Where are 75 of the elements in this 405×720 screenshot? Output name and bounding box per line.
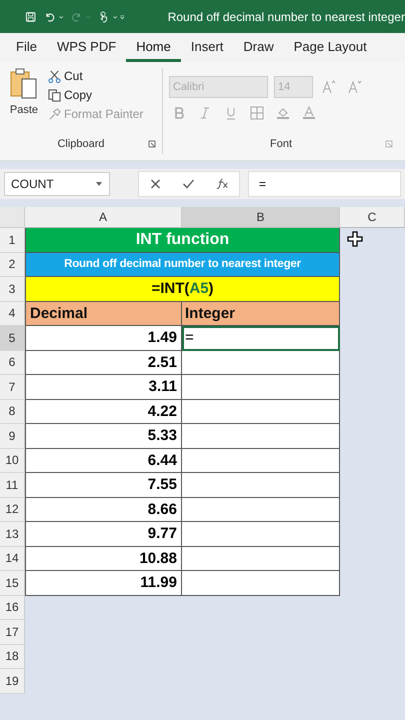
row-header[interactable]: 16 bbox=[0, 596, 25, 620]
clipboard-icon bbox=[9, 68, 39, 100]
ribbon-tab[interactable]: File bbox=[0, 33, 47, 62]
group-label: Font bbox=[270, 138, 292, 150]
window-title: Round off decimal number to nearest integer bbox=[168, 10, 405, 24]
table-cell[interactable] bbox=[182, 498, 340, 522]
table-cell[interactable] bbox=[182, 400, 340, 424]
table-cell: 11.99 bbox=[25, 571, 182, 596]
row-header[interactable]: 7 bbox=[0, 375, 25, 400]
ribbon-tab[interactable]: Draw bbox=[233, 33, 284, 62]
table-cell[interactable] bbox=[182, 473, 340, 498]
row-header[interactable]: 2 bbox=[0, 252, 25, 277]
cancel-icon[interactable] bbox=[149, 178, 162, 190]
font-color-icon[interactable] bbox=[302, 106, 316, 120]
table-cell: 2.51 bbox=[25, 350, 182, 375]
row-header[interactable]: 5 bbox=[0, 326, 25, 350]
paintbrush-icon bbox=[48, 108, 61, 120]
scissors-icon bbox=[48, 70, 61, 82]
row-header[interactable]: 19 bbox=[0, 669, 25, 694]
table-cell: 7.55 bbox=[25, 473, 182, 498]
table-cell: 9.77 bbox=[25, 522, 182, 546]
table-cell: 4.22 bbox=[25, 400, 182, 424]
table-cell: 6.44 bbox=[25, 448, 182, 473]
column-header[interactable]: B bbox=[182, 207, 340, 228]
paste-button[interactable]: Paste bbox=[6, 68, 46, 134]
table-cell: 1.49 bbox=[25, 326, 182, 350]
name-box[interactable]: COUNT bbox=[4, 172, 110, 196]
clipboard-command[interactable]: Cut bbox=[46, 68, 146, 84]
row-header[interactable]: 13 bbox=[0, 522, 25, 546]
row-header[interactable]: 17 bbox=[0, 620, 25, 644]
group-label: Clipboard bbox=[57, 138, 105, 150]
row-header[interactable]: 11 bbox=[0, 473, 25, 498]
table-cell[interactable] bbox=[182, 546, 340, 571]
column-header[interactable]: A bbox=[25, 207, 182, 228]
row-header[interactable]: 4 bbox=[0, 302, 25, 326]
row-header[interactable]: 18 bbox=[0, 644, 25, 669]
table-cell[interactable] bbox=[182, 375, 340, 400]
row-header[interactable]: 9 bbox=[0, 424, 25, 448]
table-cell[interactable]: = bbox=[182, 326, 340, 350]
table-cell: 8.66 bbox=[25, 498, 182, 522]
table-subtitle: Round off decimal number to nearest integer bbox=[25, 252, 340, 277]
fill-color-icon[interactable] bbox=[276, 106, 290, 120]
formula-text: =INT(A5) bbox=[25, 277, 340, 302]
table-cell[interactable] bbox=[182, 350, 340, 375]
column-heading: Integer bbox=[182, 302, 340, 326]
row-header[interactable]: 8 bbox=[0, 400, 25, 424]
customize-toolbar-icon[interactable] bbox=[120, 12, 125, 20]
table-cell[interactable] bbox=[182, 424, 340, 448]
table-cell: 3.11 bbox=[25, 375, 182, 400]
row-header[interactable]: 6 bbox=[0, 350, 25, 375]
column-heading: Decimal bbox=[25, 302, 182, 326]
table-cell: 5.33 bbox=[25, 424, 182, 448]
column-header[interactable]: C bbox=[340, 207, 405, 228]
copy-icon bbox=[48, 88, 61, 102]
table-cell[interactable] bbox=[182, 571, 340, 596]
row-header[interactable]: 1 bbox=[0, 228, 25, 252]
dialog-launcher-icon[interactable] bbox=[148, 140, 156, 148]
caret-icon[interactable] bbox=[95, 180, 103, 188]
row-header[interactable]: 14 bbox=[0, 546, 25, 571]
row-header[interactable]: 3 bbox=[0, 277, 25, 302]
table-title: INT function bbox=[25, 228, 340, 252]
cursor-icon bbox=[347, 231, 363, 247]
ribbon-tab[interactable]: Insert bbox=[180, 33, 234, 62]
row-header[interactable]: 10 bbox=[0, 448, 25, 473]
row-header[interactable]: 15 bbox=[0, 571, 25, 596]
table-cell[interactable] bbox=[182, 448, 340, 473]
table-cell: 10.88 bbox=[25, 546, 182, 571]
check-icon[interactable] bbox=[182, 178, 196, 190]
table-cell[interactable] bbox=[182, 522, 340, 546]
ribbon-tab[interactable]: Page Layout bbox=[284, 33, 377, 62]
row-header[interactable]: 12 bbox=[0, 498, 25, 522]
ribbon-tab[interactable]: WPS PDF bbox=[46, 33, 126, 62]
formula-input[interactable]: = bbox=[248, 171, 401, 197]
function-icon[interactable] bbox=[216, 178, 229, 190]
clipboard-command[interactable]: Copy bbox=[46, 87, 146, 103]
